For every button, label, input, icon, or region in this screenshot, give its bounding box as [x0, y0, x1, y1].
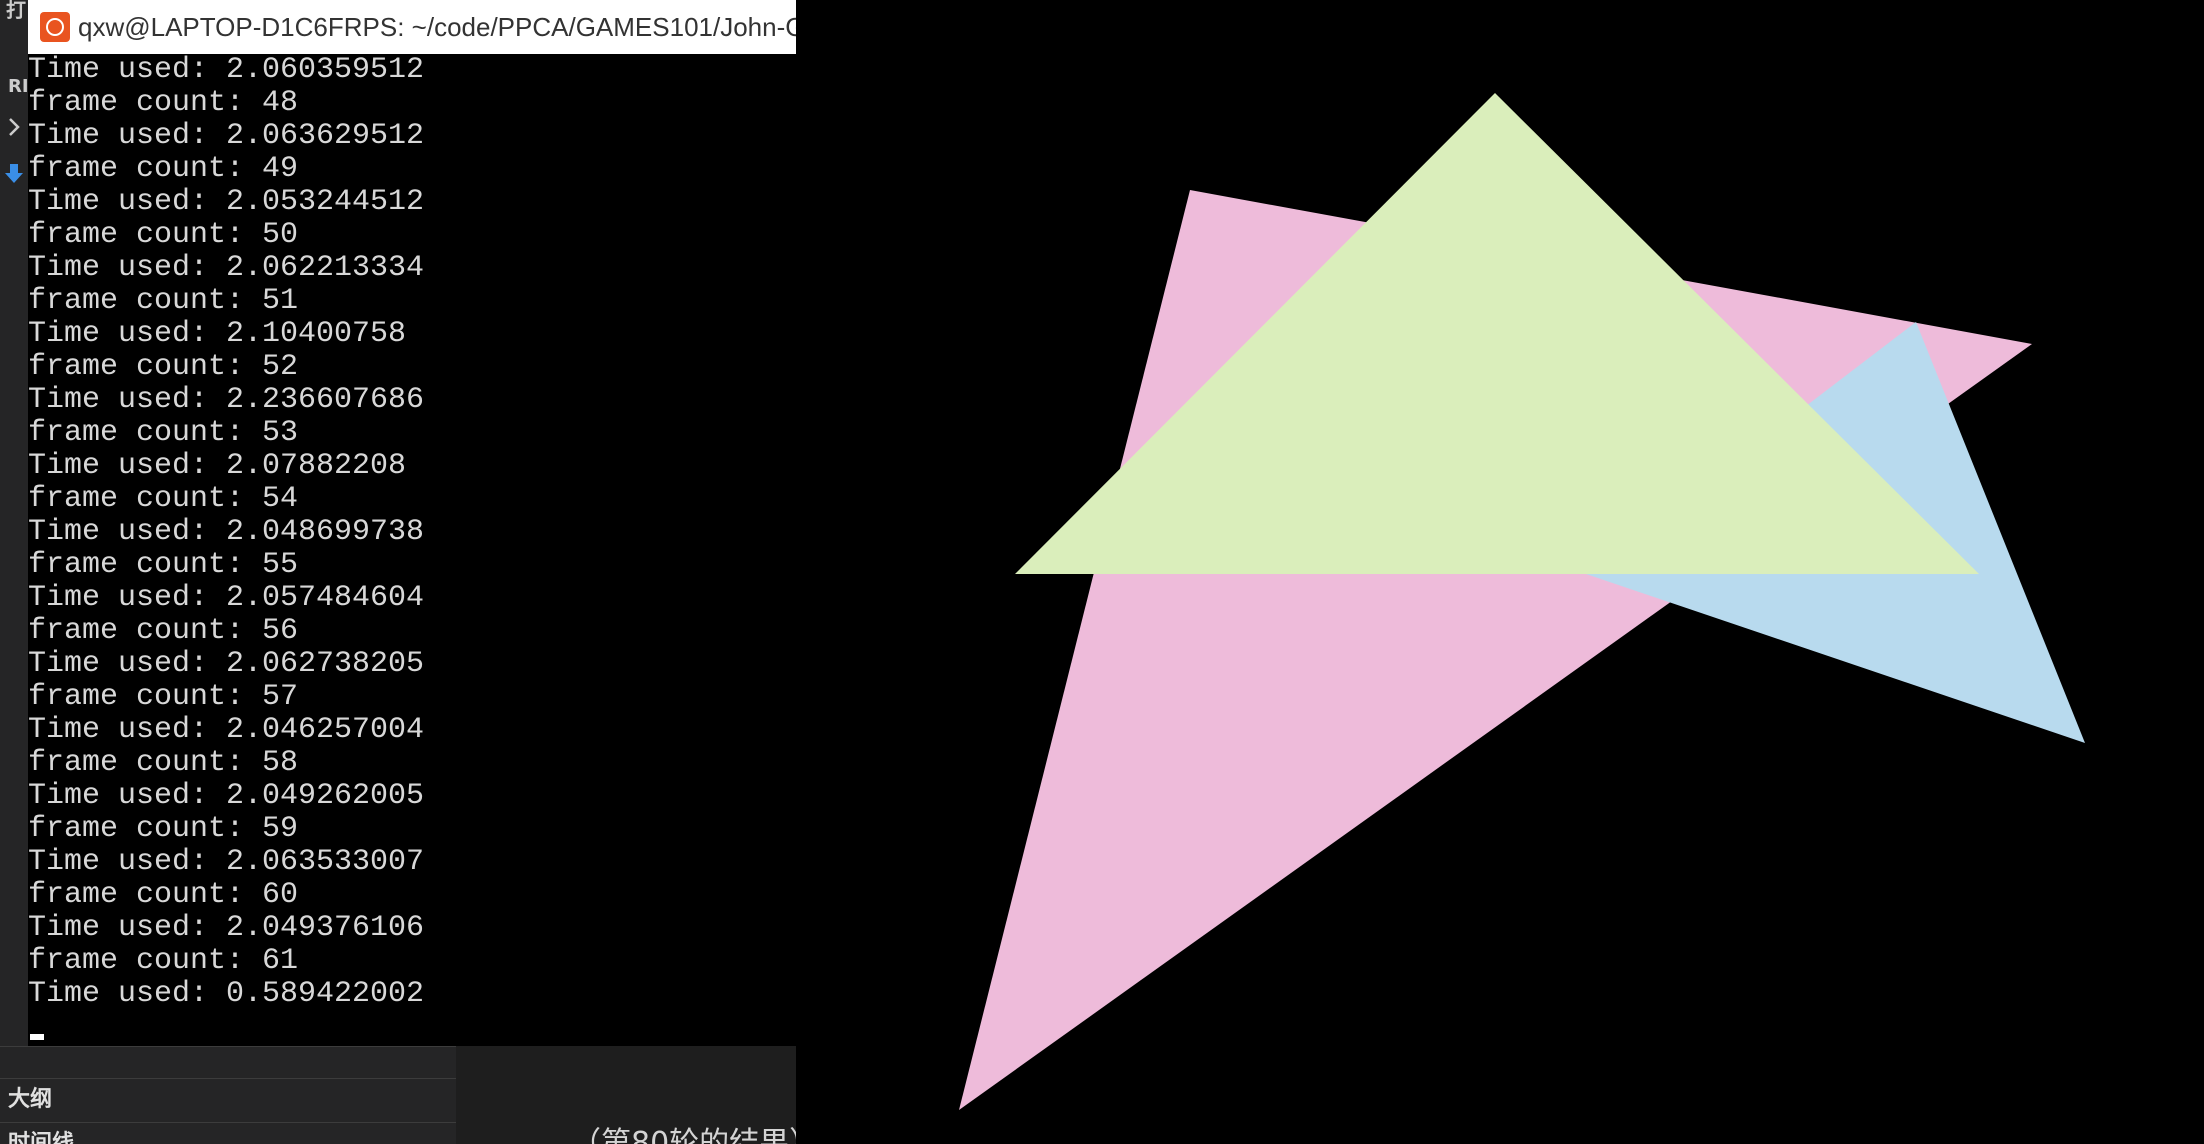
- terminal-line: frame count: 50: [28, 218, 299, 252]
- terminal-title-bar[interactable]: qxw@LAPTOP-D1C6FRPS: ~/code/PPCA/GAMES10…: [28, 0, 796, 54]
- terminal-line: Time used: 2.10400758: [28, 317, 407, 351]
- vscode-side-panel: 大纲 时间线: [0, 1046, 456, 1144]
- ubuntu-icon: [40, 12, 70, 42]
- terminal-line: Time used: 2.063533007: [28, 845, 425, 879]
- terminal-line: Time used: 2.048699738: [28, 515, 425, 549]
- terminal-line: Time used: 2.07882208: [28, 449, 407, 483]
- terminal-output[interactable]: Time used: 2.060359512 frame count: 48 Tim…: [28, 54, 796, 1046]
- terminal-line: Time used: 0.589422002: [28, 977, 425, 1011]
- terminal-line: Time used: 2.046257004: [28, 713, 425, 747]
- terminal-line: frame count: 59: [28, 812, 299, 846]
- timeline-section-header[interactable]: 时间线: [0, 1122, 456, 1144]
- terminal-line: frame count: 54: [28, 482, 299, 516]
- terminal-line: Time used: 2.049376106: [28, 911, 425, 945]
- outline-section-header[interactable]: 大纲: [0, 1078, 456, 1120]
- terminal-cursor: [30, 1034, 44, 1040]
- terminal-line: Time used: 2.062738205: [28, 647, 425, 681]
- terminal-line: frame count: 57: [28, 680, 299, 714]
- terminal-line: frame count: 55: [28, 548, 299, 582]
- terminal-line: Time used: 2.063629512: [28, 119, 425, 153]
- editor-caption: （第80轮的结果）: [571, 1126, 796, 1144]
- terminal-line: frame count: 61: [28, 944, 299, 978]
- vscode-sidebar-strip: 打 RI: [0, 0, 29, 1144]
- terminal-line: frame count: 56: [28, 614, 299, 648]
- terminal-line: Time used: 2.049262005: [28, 779, 425, 813]
- terminal-lines: Time used: 2.060359512 frame count: 48 Tim…: [28, 54, 796, 1011]
- terminal-line: Time used: 2.062213334: [28, 251, 425, 285]
- terminal-line: Time used: 2.057484604: [28, 581, 425, 615]
- terminal-line: Time used: 2.236607686: [28, 383, 425, 417]
- terminal-title: qxw@LAPTOP-D1C6FRPS: ~/code/PPCA/GAMES10…: [78, 11, 796, 42]
- screen: 打 RI qxw@LAPTOP-D1C6FRPS: ~/code/PPCA/GA…: [0, 0, 2204, 1144]
- terminal-line: frame count: 51: [28, 284, 299, 318]
- terminal-line: frame count: 60: [28, 878, 299, 912]
- terminal-line: frame count: 53: [28, 416, 299, 450]
- terminal-line: Time used: 2.053244512: [28, 185, 425, 219]
- terminal-line: frame count: 48: [28, 86, 299, 120]
- terminal-line: frame count: 52: [28, 350, 299, 384]
- rasterized-triangles: [959, 93, 2085, 1110]
- terminal-line: frame count: 49: [28, 152, 299, 186]
- editor-area: （第80轮的结果）: [456, 1046, 796, 1144]
- terminal-line: Time used: 2.060359512: [28, 54, 425, 87]
- terminal-line: frame count: 58: [28, 746, 299, 780]
- render-window: [796, 0, 2204, 1144]
